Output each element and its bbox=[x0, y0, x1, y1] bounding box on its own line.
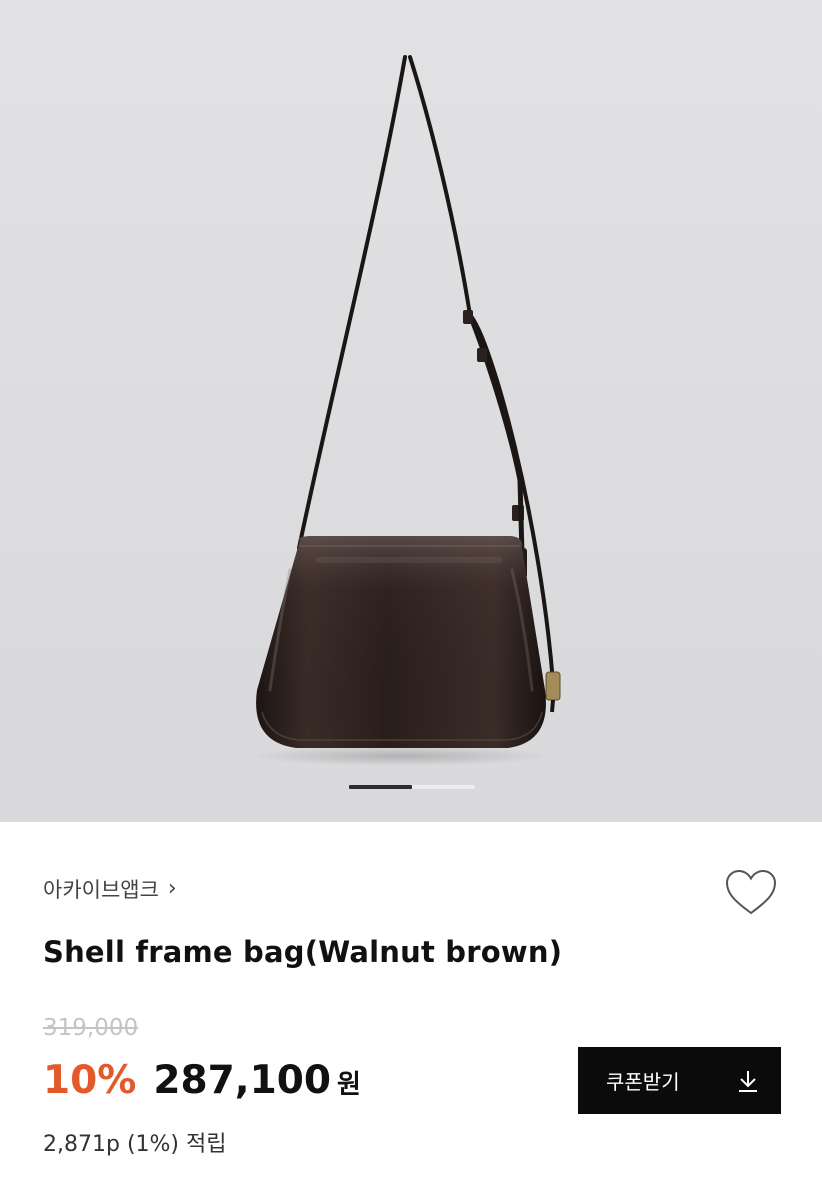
sale-price: 287,100 bbox=[153, 1058, 331, 1103]
carousel-indicator bbox=[349, 785, 475, 789]
product-image-carousel[interactable] bbox=[0, 0, 822, 822]
price-row: 10% 287,100 원 bbox=[43, 1058, 361, 1103]
product-photo bbox=[250, 55, 561, 766]
wishlist-button[interactable] bbox=[724, 868, 778, 918]
carousel-indicator-active bbox=[349, 785, 412, 789]
discount-rate: 10% bbox=[43, 1058, 137, 1103]
original-price: 319,000 bbox=[43, 1015, 139, 1041]
coupon-button-label: 쿠폰받기 bbox=[606, 1070, 680, 1094]
brand-link[interactable]: 아카이브앱크 › bbox=[43, 874, 177, 904]
currency-unit: 원 bbox=[337, 1070, 361, 1100]
points-info: 2,871p (1%) 적립 bbox=[43, 1132, 227, 1157]
product-title: Shell frame bag(Walnut brown) bbox=[43, 935, 563, 969]
brand-name: 아카이브앱크 bbox=[43, 878, 159, 902]
download-icon bbox=[739, 1070, 757, 1092]
heart-icon bbox=[725, 869, 777, 915]
coupon-download-button[interactable]: 쿠폰받기 bbox=[578, 1047, 781, 1114]
chevron-right-icon: › bbox=[167, 876, 177, 901]
